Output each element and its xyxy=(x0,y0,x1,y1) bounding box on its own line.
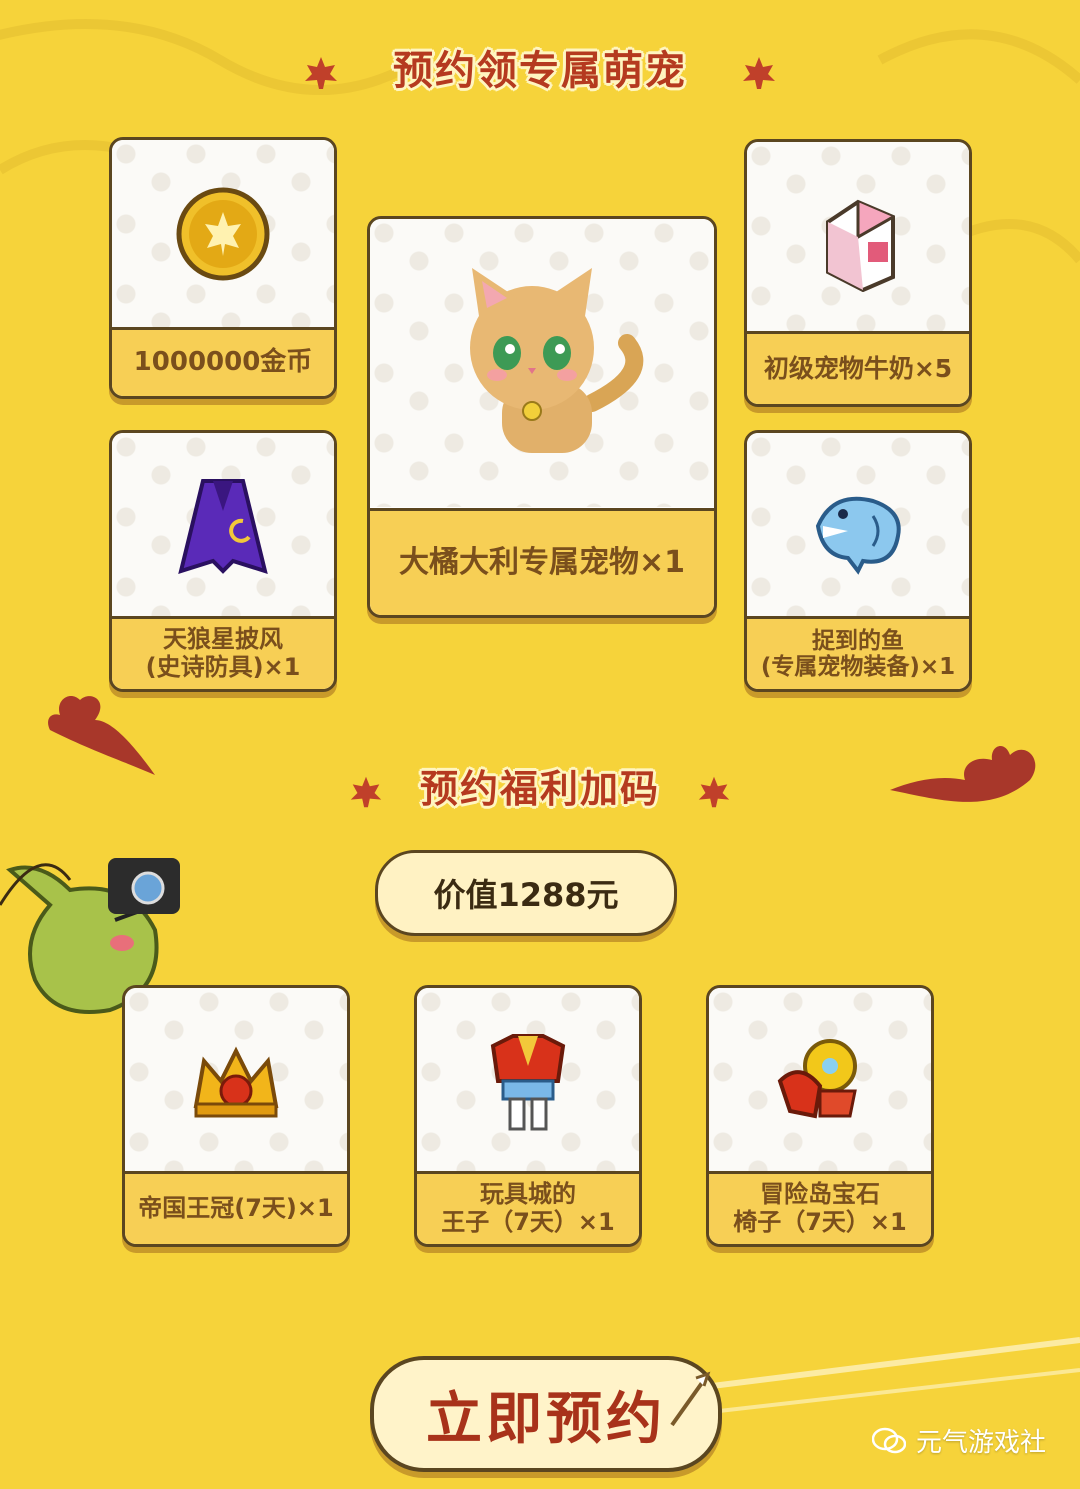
reward-label: 帝国王冠(7天)×1 xyxy=(125,1171,347,1244)
reward-label-line: 天狼星披风 xyxy=(163,625,283,654)
cape-icon xyxy=(178,479,268,574)
gold-coin-icon xyxy=(176,187,270,281)
maple-leaf-icon xyxy=(699,776,730,807)
maple-leaf-icon xyxy=(742,57,775,89)
reward-card-cape[interactable]: 天狼星披风 (史诗防具)×1 xyxy=(109,430,337,692)
reward-label: 大橘大利专属宠物×1 xyxy=(370,508,714,615)
reward-card-fish[interactable]: 捉到的鱼 (专属宠物装备)×1 xyxy=(744,430,972,692)
reward-label-line: 椅子（7天）×1 xyxy=(733,1208,907,1236)
maple-leaf-icon xyxy=(305,57,338,89)
prince-outfit-icon xyxy=(490,1034,566,1131)
bonus-card-crown[interactable]: 帝国王冠(7天)×1 xyxy=(122,985,350,1247)
section-title-text: 预约领专属萌宠 xyxy=(393,48,687,94)
reward-label: 玩具城的 王子（7天）×1 xyxy=(417,1171,639,1244)
reward-label-line: (史诗防具)×1 xyxy=(145,653,301,681)
reserve-now-button[interactable]: 立即预约 xyxy=(370,1356,722,1472)
reward-art xyxy=(112,433,334,619)
reward-label-line: 捉到的鱼 xyxy=(812,627,904,654)
reward-card-milk[interactable]: 初级宠物牛奶×5 xyxy=(744,139,972,407)
watermark-text: 元气游戏社 xyxy=(915,1428,1046,1458)
bonus-value-badge: 价值1288元 xyxy=(375,850,677,936)
reserve-now-label: 立即预约 xyxy=(426,1386,666,1452)
reward-label-line: 玩具城的 xyxy=(480,1180,576,1209)
reward-card-pet[interactable]: 大橘大利专属宠物×1 xyxy=(367,216,717,618)
bonus-card-chair[interactable]: 冒险岛宝石 椅子（7天）×1 xyxy=(706,985,934,1247)
reward-label-line: 帝国王冠(7天)×1 xyxy=(138,1194,334,1223)
reward-art xyxy=(417,988,639,1174)
reward-label: 冒险岛宝石 椅子（7天）×1 xyxy=(709,1171,931,1244)
reward-art xyxy=(112,140,334,328)
crown-icon xyxy=(193,1046,279,1118)
gem-chair-icon xyxy=(777,1039,857,1119)
reward-label: 捉到的鱼 (专属宠物装备)×1 xyxy=(747,616,969,689)
section-title-bonus: 预约福利加码 xyxy=(0,758,1080,813)
reward-art xyxy=(125,988,347,1174)
reward-label-line: 王子（7天）×1 xyxy=(441,1208,615,1236)
reward-art xyxy=(747,433,969,619)
reward-card-gold[interactable]: 1000000金币 xyxy=(109,137,337,399)
reward-art xyxy=(747,142,969,332)
bonus-card-prince[interactable]: 玩具城的 王子（7天）×1 xyxy=(414,985,642,1247)
section-title-pets: 预约领专属萌宠 xyxy=(0,38,1080,96)
wechat-icon xyxy=(871,1427,906,1453)
reward-label: 天狼星披风 (史诗防具)×1 xyxy=(112,616,334,689)
reward-label-line: 冒险岛宝石 xyxy=(760,1180,880,1209)
arrow-icon xyxy=(670,1371,711,1427)
watermark: 元气游戏社 xyxy=(871,1422,1046,1459)
cat-pet-icon xyxy=(470,268,644,453)
section-title-text: 预约福利加码 xyxy=(419,767,660,811)
reward-art xyxy=(370,219,714,507)
fish-icon xyxy=(815,496,901,575)
milk-carton-icon xyxy=(826,199,895,292)
reward-label-line: (专属宠物装备)×1 xyxy=(760,654,956,680)
camera-icon xyxy=(108,858,180,914)
reward-art xyxy=(709,988,931,1174)
reward-label: 初级宠物牛奶×5 xyxy=(747,331,969,404)
reward-label: 1000000金币 xyxy=(112,327,334,396)
maple-leaf-icon xyxy=(350,776,381,807)
